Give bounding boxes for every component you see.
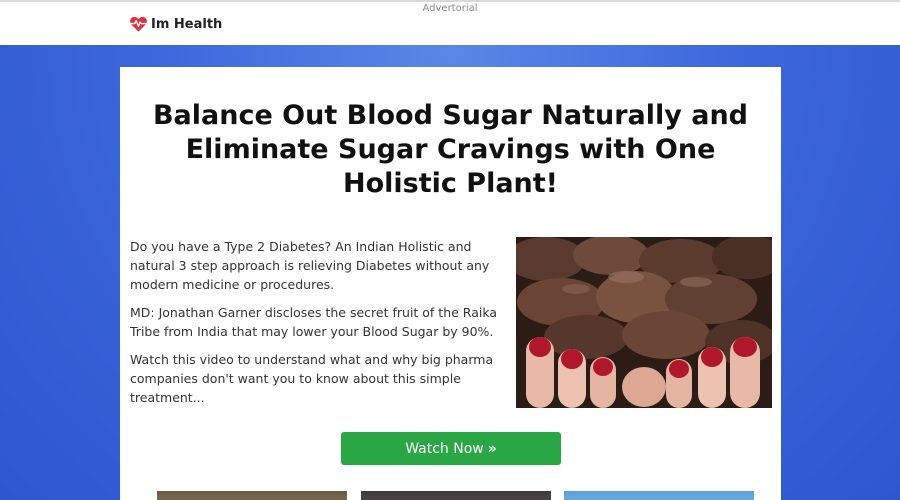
thumbnail-image[interactable]	[157, 491, 347, 500]
advertorial-label: Advertorial	[422, 3, 478, 14]
article-paragraph: MD: Jonathan Garner discloses the secret…	[130, 305, 498, 339]
article-paragraph: Watch this video to understand what and …	[130, 352, 494, 405]
article-paragraph: Do you have a Type 2 Diabetes? An Indian…	[130, 239, 490, 292]
article-body: Do you have a Type 2 Diabetes? An Indian…	[130, 237, 500, 416]
site-logo[interactable]: Im Health	[129, 16, 222, 32]
double-chevron-right-icon: »	[487, 440, 497, 457]
thumbnail-image[interactable]	[361, 491, 551, 500]
article-headline: Balance Out Blood Sugar Naturally and El…	[152, 100, 749, 199]
dates-in-hands-image	[516, 237, 772, 408]
article-card: Balance Out Blood Sugar Naturally and El…	[120, 67, 781, 500]
watch-now-label: Watch Now	[405, 440, 484, 457]
thumbnail-image[interactable]	[564, 491, 754, 500]
heart-pulse-icon	[130, 16, 147, 32]
top-bar: Advertorial Im Health	[0, 0, 900, 45]
watch-now-button[interactable]: Watch Now »	[341, 432, 561, 465]
logo-text: Im Health	[151, 16, 223, 32]
